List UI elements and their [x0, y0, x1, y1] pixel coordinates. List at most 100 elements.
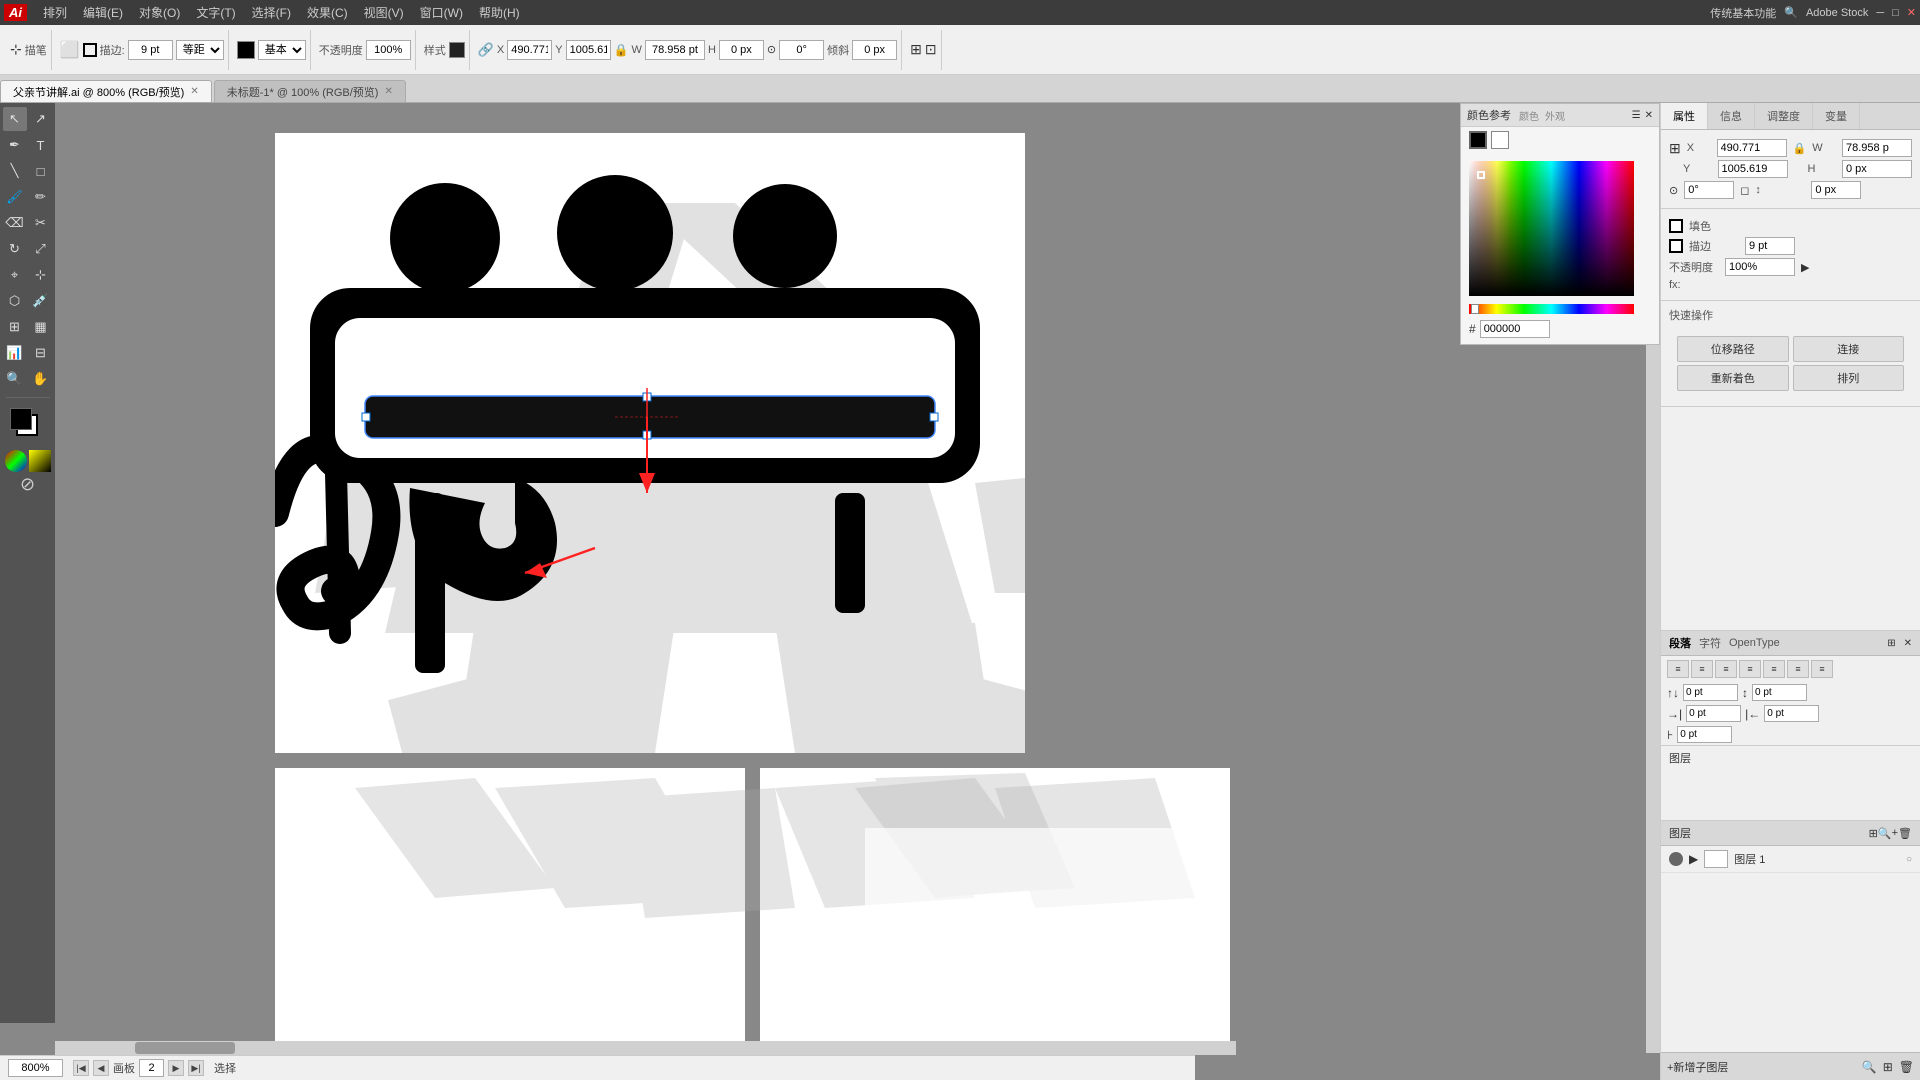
- tool-brush[interactable]: 🖌: [3, 185, 27, 209]
- fill-stroke-swatches[interactable]: [10, 408, 46, 444]
- none-icon[interactable]: ⊘: [20, 474, 35, 495]
- menu-item-help[interactable]: 帮助(H): [471, 2, 528, 23]
- tool-type[interactable]: T: [29, 133, 53, 157]
- stroke-width-panel[interactable]: [1745, 237, 1795, 255]
- layer-visibility-btn[interactable]: [1669, 852, 1683, 866]
- type-tab-character[interactable]: 字符: [1699, 635, 1721, 651]
- menu-item-view[interactable]: 视图(V): [356, 2, 412, 23]
- page-next-end[interactable]: ▶|: [188, 1060, 204, 1076]
- tab-1-close[interactable]: ✕: [384, 86, 392, 97]
- align-justify-right[interactable]: ≡: [1787, 660, 1809, 678]
- page-next[interactable]: ▶: [168, 1060, 184, 1076]
- y-input[interactable]: [566, 40, 611, 60]
- tool-eraser[interactable]: ⌫: [3, 211, 27, 235]
- qa-btn-offset[interactable]: 位移路径: [1677, 336, 1789, 362]
- transform-icon[interactable]: ⊡: [925, 41, 937, 58]
- tool-pen[interactable]: ✒: [3, 133, 27, 157]
- align-left[interactable]: ≡: [1667, 660, 1689, 678]
- type-panel-close[interactable]: ✕: [1904, 638, 1912, 649]
- menu-item-text[interactable]: 文字(T): [188, 2, 243, 23]
- tab-1[interactable]: 未标题-1* @ 100% (RGB/预览) ✕: [214, 80, 406, 102]
- tool-zoom[interactable]: 🔍: [3, 367, 27, 391]
- first-line-input[interactable]: [1677, 726, 1732, 743]
- type-panel-expand[interactable]: ⊞: [1887, 638, 1895, 649]
- color-icon[interactable]: [5, 450, 27, 472]
- color-picker-tab-appearance[interactable]: 外观: [1545, 108, 1565, 123]
- tool-chart[interactable]: 📊: [3, 341, 27, 365]
- stroke-style-select[interactable]: 等距: [176, 40, 224, 60]
- menu-item-window[interactable]: 窗口(W): [412, 2, 471, 23]
- hex-input[interactable]: [1480, 320, 1550, 338]
- tool-select[interactable]: ↖: [3, 107, 27, 131]
- x-coord-input[interactable]: [1717, 139, 1787, 157]
- indent-left-input[interactable]: [1686, 705, 1741, 722]
- swatch-white[interactable]: [1491, 131, 1509, 149]
- spacing-before-input[interactable]: [1683, 684, 1738, 701]
- tool-gradient[interactable]: ▦: [29, 315, 53, 339]
- gradient-icon[interactable]: [29, 450, 51, 472]
- layer-name[interactable]: 图层 1: [1734, 851, 1765, 867]
- page-prev[interactable]: ◀: [93, 1060, 109, 1076]
- rpanel-tab-variables[interactable]: 变量: [1813, 103, 1860, 129]
- tool-hand[interactable]: ✋: [29, 367, 53, 391]
- qa-btn-join[interactable]: 连接: [1793, 336, 1905, 362]
- tool-scale[interactable]: ⤢: [29, 237, 53, 261]
- tab-0-close[interactable]: ✕: [190, 86, 198, 97]
- align-center[interactable]: ≡: [1691, 660, 1713, 678]
- layer-row-1[interactable]: ▶ 图层 1 ○: [1661, 846, 1920, 873]
- h-scrollbar[interactable]: [55, 1041, 1236, 1055]
- layers-delete-bottom[interactable]: 🗑: [1899, 1060, 1914, 1074]
- x-input[interactable]: [507, 40, 552, 60]
- tool-pencil[interactable]: ✏: [29, 185, 53, 209]
- tool-slice[interactable]: ⊟: [29, 341, 53, 365]
- qa-btn-arrange[interactable]: 排列: [1793, 365, 1905, 391]
- menu-item-select[interactable]: 选择(F): [244, 2, 299, 23]
- align-right[interactable]: ≡: [1715, 660, 1737, 678]
- stroke-width-input[interactable]: [128, 40, 173, 60]
- tool-rotate[interactable]: ↻: [3, 237, 27, 261]
- color-picker-close[interactable]: ✕: [1645, 110, 1653, 121]
- tool-warp[interactable]: ⌖: [3, 263, 27, 287]
- window-max[interactable]: □: [1892, 7, 1899, 19]
- layers-options-icon[interactable]: 🔍: [1862, 1060, 1877, 1074]
- menu-item-paifu[interactable]: 排列: [35, 2, 75, 23]
- align-justify-left[interactable]: ≡: [1739, 660, 1761, 678]
- layers-expand-icon[interactable]: ⊞: [1869, 827, 1878, 840]
- opacity-expand-btn[interactable]: ▶: [1801, 261, 1809, 274]
- page-prev-start[interactable]: |◀: [73, 1060, 89, 1076]
- window-min[interactable]: ─: [1876, 7, 1884, 19]
- color-picker-tab-color[interactable]: 颜色: [1519, 108, 1539, 123]
- opacity-input-panel[interactable]: [1725, 258, 1795, 276]
- indent-right-input[interactable]: [1764, 705, 1819, 722]
- tab-0[interactable]: 父亲节讲解.ai @ 800% (RGB/预览) ✕: [0, 80, 212, 102]
- hue-bar[interactable]: [1469, 304, 1634, 314]
- search-icon[interactable]: 🔍: [1784, 6, 1798, 19]
- tool-blend[interactable]: ⬡: [3, 289, 27, 313]
- rpanel-tab-adjust[interactable]: 调整度: [1755, 103, 1813, 129]
- shear-input[interactable]: [852, 40, 897, 60]
- rpanel-tab-info[interactable]: 信息: [1708, 103, 1755, 129]
- align-icon[interactable]: ⊞: [910, 41, 922, 58]
- w-input[interactable]: [645, 40, 705, 60]
- rpanel-tab-properties[interactable]: 属性: [1661, 103, 1708, 129]
- layers-create-icon[interactable]: ⊞: [1883, 1060, 1893, 1074]
- tool-rect[interactable]: □: [29, 159, 53, 183]
- angle-input[interactable]: [779, 40, 824, 60]
- qa-btn-recolor[interactable]: 重新着色: [1677, 365, 1789, 391]
- tool-freeform[interactable]: ⊹: [29, 263, 53, 287]
- align-justify-all[interactable]: ≡: [1811, 660, 1833, 678]
- menu-item-edit[interactable]: 编辑(E): [75, 2, 131, 23]
- menu-item-object[interactable]: 对象(O): [131, 2, 188, 23]
- tool-eyedropper[interactable]: 💉: [29, 289, 53, 313]
- tool-line[interactable]: ╲: [3, 159, 27, 183]
- h-scroll-thumb[interactable]: [135, 1042, 235, 1054]
- opacity-input[interactable]: [366, 40, 411, 60]
- tool-scissors[interactable]: ✂: [29, 211, 53, 235]
- shear-input-panel[interactable]: [1811, 181, 1861, 199]
- layer-lock-state[interactable]: ○: [1906, 854, 1912, 865]
- angle-input-panel[interactable]: [1684, 181, 1734, 199]
- layers-search-icon[interactable]: 🔍: [1878, 827, 1892, 840]
- zoom-input[interactable]: [8, 1059, 63, 1077]
- new-layer-btn[interactable]: +新增子图层: [1667, 1059, 1728, 1075]
- fill-style-select[interactable]: 基本: [258, 40, 306, 60]
